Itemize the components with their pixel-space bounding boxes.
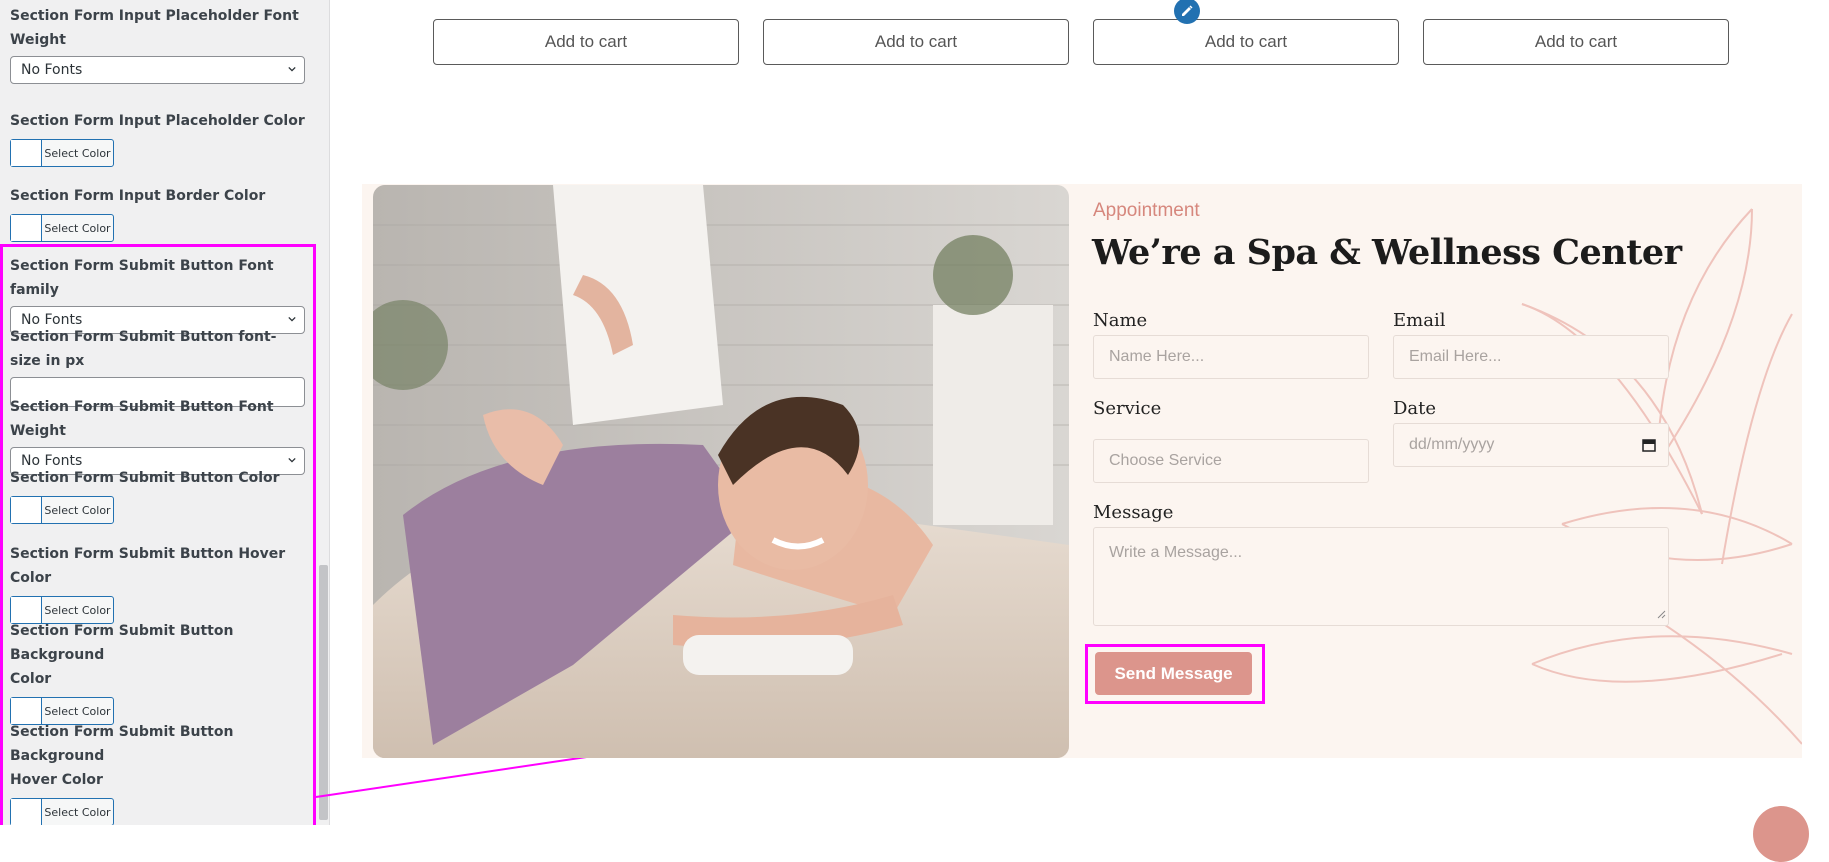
send-message-highlight	[1085, 644, 1265, 704]
add-to-cart-button[interactable]: Add to cart	[433, 19, 739, 65]
appointment-heading: We’re a Spa & Wellness Center	[1092, 232, 1682, 273]
name-label: Name	[1093, 310, 1148, 331]
add-to-cart-button[interactable]: Add to cart	[1093, 19, 1399, 65]
message-textarea[interactable]: Write a Message...	[1093, 527, 1669, 626]
spa-massage-photo	[373, 185, 1069, 758]
service-label: Service	[1093, 398, 1162, 419]
message-label: Message	[1093, 502, 1174, 523]
date-placeholder: dd/mm/yyyy	[1409, 436, 1495, 453]
message-placeholder: Write a Message...	[1109, 544, 1243, 561]
name-placeholder: Name Here...	[1109, 348, 1205, 365]
calendar-icon[interactable]	[1642, 438, 1656, 457]
email-input[interactable]: Email Here...	[1393, 335, 1669, 379]
date-label: Date	[1393, 398, 1437, 419]
add-to-cart-button[interactable]: Add to cart	[1423, 19, 1729, 65]
scroll-top-button[interactable]	[1753, 806, 1809, 862]
service-placeholder: Choose Service	[1109, 452, 1222, 469]
date-input[interactable]: dd/mm/yyyy	[1393, 423, 1669, 467]
appointment-eyebrow: Appointment	[1093, 200, 1200, 221]
service-select[interactable]: Choose Service	[1093, 439, 1369, 483]
email-label: Email	[1393, 310, 1446, 331]
resize-handle-icon[interactable]	[1656, 606, 1666, 624]
add-to-cart-button[interactable]: Add to cart	[763, 19, 1069, 65]
name-input[interactable]: Name Here...	[1093, 335, 1369, 379]
email-placeholder: Email Here...	[1409, 348, 1502, 365]
